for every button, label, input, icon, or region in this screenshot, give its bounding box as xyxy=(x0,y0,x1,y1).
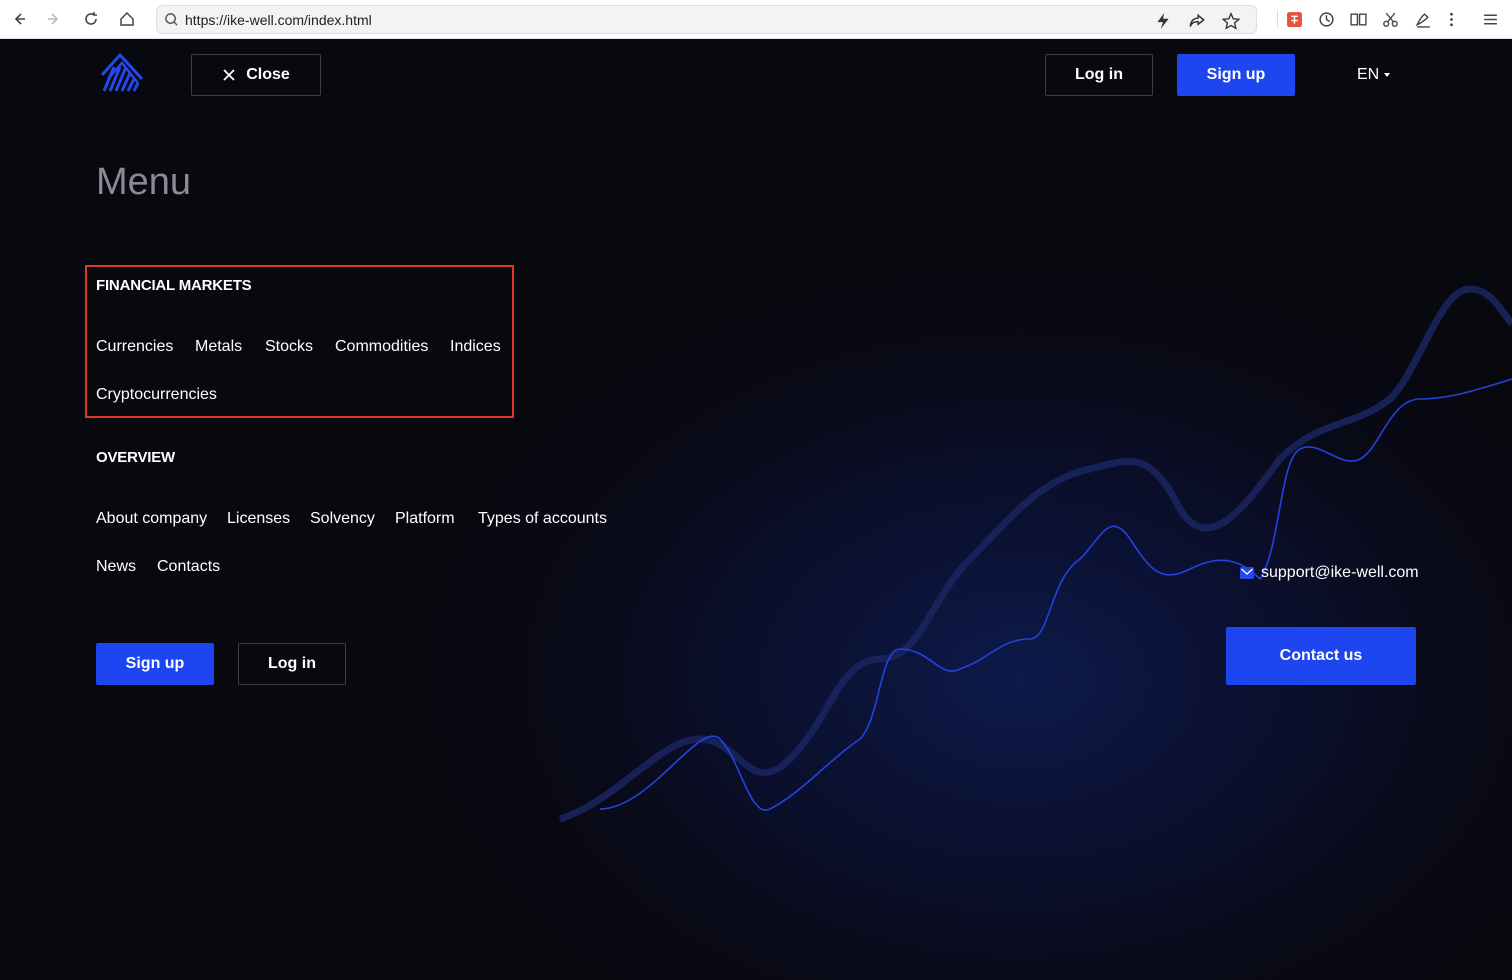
close-label: Close xyxy=(246,66,290,83)
mail-icon xyxy=(1240,567,1254,579)
history-icon[interactable] xyxy=(1316,9,1336,29)
share-icon[interactable] xyxy=(1188,12,1206,30)
reload-icon[interactable] xyxy=(80,8,102,30)
translate-extension-icon[interactable] xyxy=(1284,9,1304,29)
menu-link-news[interactable]: News xyxy=(96,558,136,576)
section-heading-financial-markets: FINANCIAL MARKETS xyxy=(96,277,252,294)
browser-toolbar: https://ike-well.com/index.html xyxy=(0,0,1512,39)
brand-logo[interactable] xyxy=(100,53,144,93)
toolbar-divider xyxy=(1277,10,1278,28)
menu-link-solvency[interactable]: Solvency xyxy=(310,510,375,528)
menu-link-about-company[interactable]: About company xyxy=(96,510,207,528)
support-email: support@ike-well.com xyxy=(1261,564,1419,581)
back-icon[interactable] xyxy=(8,8,30,30)
section-heading-overview: OVERVIEW xyxy=(96,449,175,466)
footer-signup-button[interactable]: Sign up xyxy=(96,643,214,685)
menu-link-platform[interactable]: Platform xyxy=(395,510,455,528)
menu-link-metals[interactable]: Metals xyxy=(195,338,242,356)
menu-overlay: Close Log in Sign up EN Menu FINANCIAL M… xyxy=(0,39,1512,980)
url-text: https://ike-well.com/index.html xyxy=(185,12,372,28)
header-login-button[interactable]: Log in xyxy=(1045,54,1153,96)
more-vertical-icon[interactable] xyxy=(1441,9,1461,29)
scissors-icon[interactable] xyxy=(1380,9,1400,29)
menu-title: Menu xyxy=(96,161,192,203)
language-selector[interactable]: EN xyxy=(1357,66,1391,84)
home-icon[interactable] xyxy=(116,8,138,30)
close-icon xyxy=(223,69,235,81)
menu-link-types-of-accounts[interactable]: Types of accounts xyxy=(478,510,607,528)
menu-link-indices[interactable]: Indices xyxy=(450,338,501,356)
language-label: EN xyxy=(1357,66,1380,83)
menu-link-stocks[interactable]: Stocks xyxy=(265,338,313,356)
menu-link-contacts[interactable]: Contacts xyxy=(157,558,220,576)
star-icon[interactable] xyxy=(1222,12,1240,30)
contact-us-button[interactable]: Contact us xyxy=(1226,627,1416,685)
signature-icon[interactable] xyxy=(1413,9,1433,29)
forward-icon[interactable] xyxy=(43,8,65,30)
address-bar[interactable]: https://ike-well.com/index.html xyxy=(156,5,1257,34)
reader-icon[interactable] xyxy=(1348,9,1368,29)
menu-link-licenses[interactable]: Licenses xyxy=(227,510,290,528)
search-icon xyxy=(165,13,178,26)
menu-link-currencies[interactable]: Currencies xyxy=(96,338,173,356)
caret-down-icon xyxy=(1384,73,1391,77)
footer-login-button[interactable]: Log in xyxy=(238,643,346,685)
lightning-icon[interactable] xyxy=(1154,12,1172,30)
support-email-link[interactable]: support@ike-well.com xyxy=(1240,564,1419,582)
header-signup-button[interactable]: Sign up xyxy=(1177,54,1295,96)
hamburger-menu-icon[interactable] xyxy=(1480,9,1500,29)
menu-link-cryptocurrencies[interactable]: Cryptocurrencies xyxy=(96,386,217,404)
close-menu-button[interactable]: Close xyxy=(191,54,321,96)
menu-link-commodities[interactable]: Commodities xyxy=(335,338,428,356)
